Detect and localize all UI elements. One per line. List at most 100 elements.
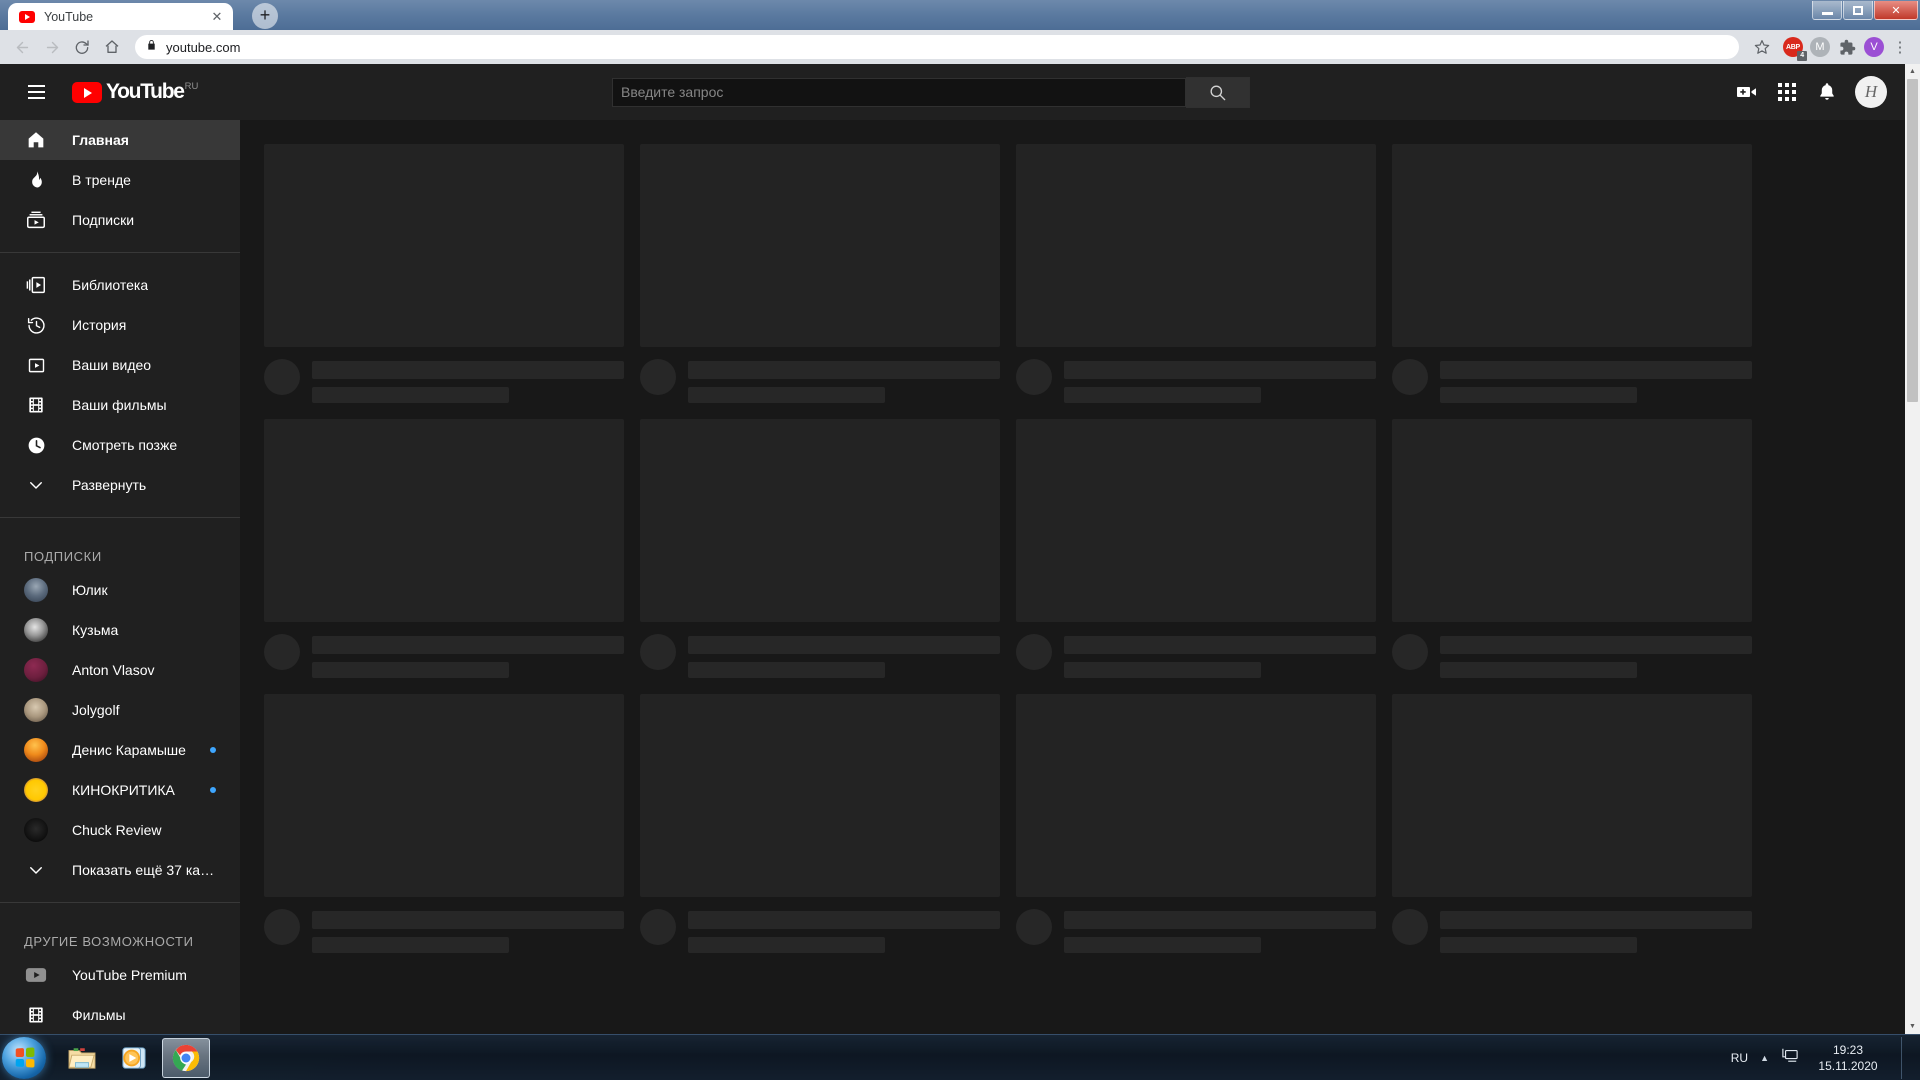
taskbar-item-chrome[interactable] <box>162 1037 210 1078</box>
chrome-menu-icon[interactable]: ⋮ <box>1891 40 1909 55</box>
sidebar-item-your-videos[interactable]: Ваши видео <box>0 345 240 385</box>
youtube-premium-icon <box>24 963 48 987</box>
sidebar-item-youtube-premium[interactable]: YouTube Premium <box>0 955 240 995</box>
apps-grid-icon[interactable] <box>1775 80 1799 104</box>
search-input[interactable] <box>612 77 1186 107</box>
bookmark-star-icon[interactable] <box>1748 33 1776 61</box>
window-maximize-button[interactable] <box>1843 1 1873 20</box>
sidebar-item-movies[interactable]: Фильмы <box>0 995 240 1034</box>
chevron-down-icon <box>24 858 48 882</box>
new-tab-button[interactable]: + <box>252 3 278 29</box>
show-desktop-button[interactable] <box>1901 1036 1912 1079</box>
sidebar-item-expand[interactable]: Развернуть <box>0 465 240 505</box>
taskbar-item-explorer[interactable] <box>58 1038 106 1078</box>
skeleton-avatar <box>1392 909 1428 945</box>
scrollbar-thumb[interactable] <box>1907 79 1918 402</box>
skeleton-thumbnail <box>1016 144 1376 347</box>
browser-tab-youtube[interactable]: YouTube ✕ <box>8 3 233 30</box>
youtube-guide-sidebar[interactable]: Главная В тренде Подписки Библиотека Ист… <box>0 120 240 1034</box>
sidebar-item-watch-later[interactable]: Смотреть позже <box>0 425 240 465</box>
window-minimize-button[interactable] <box>1812 1 1842 20</box>
skeleton-meta-line <box>688 937 885 953</box>
skeleton-card <box>1016 694 1376 953</box>
address-bar[interactable]: youtube.com <box>135 35 1739 59</box>
sidebar-item-history[interactable]: История <box>0 305 240 345</box>
sidebar-subscription-kinokritika[interactable]: КИНОКРИТИКА <box>0 770 240 810</box>
account-avatar[interactable]: Н <box>1855 76 1887 108</box>
address-bar-url: youtube.com <box>166 39 241 55</box>
sidebar-item-library[interactable]: Библиотека <box>0 265 240 305</box>
home-icon <box>24 128 48 152</box>
watch-later-clock-icon <box>24 433 48 457</box>
skeleton-thumbnail <box>640 694 1000 897</box>
sidebar-item-label: Подписки <box>72 212 135 228</box>
subscription-name: Юлик <box>72 582 108 598</box>
skeleton-meta-line <box>1440 662 1637 678</box>
sidebar-subscription-jolygolf[interactable]: Jolygolf <box>0 690 240 730</box>
skeleton-card <box>1392 419 1752 678</box>
show-hidden-icons-arrow[interactable]: ▲ <box>1760 1053 1769 1063</box>
skeleton-thumbnail <box>264 144 624 347</box>
youtube-favicon <box>19 10 35 23</box>
sidebar-divider <box>0 517 240 518</box>
sidebar-subscription-kuzma[interactable]: Кузьма <box>0 610 240 650</box>
skeleton-avatar <box>1016 909 1052 945</box>
sidebar-item-label: Ваши видео <box>72 357 152 373</box>
extension-m-icon[interactable]: M <box>1810 37 1830 57</box>
skeleton-grid <box>264 144 1905 953</box>
home-button-icon[interactable] <box>98 33 126 61</box>
taskbar-item-media-player[interactable] <box>110 1038 158 1078</box>
skeleton-title-line <box>1064 911 1376 929</box>
adblock-plus-extension-icon[interactable]: ABP 4 <box>1783 37 1807 61</box>
window-controls: ✕ <box>1812 1 1918 20</box>
profile-avatar-icon[interactable]: V <box>1864 37 1884 57</box>
sidebar-subscription-yulik[interactable]: Юлик <box>0 570 240 610</box>
sidebar-show-more-channels[interactable]: Показать ещё 37 ка… <box>0 850 240 890</box>
page-scrollbar[interactable]: ▲ ▼ <box>1905 64 1920 1034</box>
sidebar-item-trending[interactable]: В тренде <box>0 160 240 200</box>
sidebar-subscription-anton-vlasov[interactable]: Anton Vlasov <box>0 650 240 690</box>
forward-button[interactable] <box>38 33 66 61</box>
new-content-dot <box>210 787 216 793</box>
reload-button[interactable] <box>68 33 96 61</box>
skeleton-thumbnail <box>1016 419 1376 622</box>
window-close-button[interactable]: ✕ <box>1874 1 1918 20</box>
skeleton-thumbnail <box>1392 144 1752 347</box>
create-video-icon[interactable] <box>1735 80 1759 104</box>
scroll-down-arrow-icon[interactable]: ▼ <box>1905 1019 1920 1034</box>
skeleton-card <box>264 144 624 403</box>
scroll-up-arrow-icon[interactable]: ▲ <box>1905 64 1920 79</box>
sidebar-divider <box>0 902 240 903</box>
skeleton-avatar <box>264 909 300 945</box>
sidebar-subscription-chuck-review[interactable]: Chuck Review <box>0 810 240 850</box>
skeleton-thumbnail <box>640 419 1000 622</box>
tab-close-icon[interactable]: ✕ <box>209 9 225 25</box>
network-icon[interactable] <box>1781 1047 1799 1068</box>
sidebar-item-your-movies[interactable]: Ваши фильмы <box>0 385 240 425</box>
skeleton-card <box>1392 144 1752 403</box>
back-button[interactable] <box>8 33 36 61</box>
youtube-logo-mark <box>72 82 102 103</box>
skeleton-title-line <box>1440 636 1752 654</box>
youtube-logo[interactable]: YouTube RU <box>72 81 198 103</box>
skeleton-card <box>264 694 624 953</box>
sidebar-subscription-denis-karamyshev[interactable]: Денис Карамышев <box>0 730 240 770</box>
youtube-logo-country: RU <box>184 81 199 92</box>
sidebar-item-home[interactable]: Главная <box>0 120 240 160</box>
clock[interactable]: 19:23 15.11.2020 <box>1811 1042 1885 1074</box>
sidebar-item-subscriptions[interactable]: Подписки <box>0 200 240 240</box>
subscription-name: Денис Карамышев <box>72 742 186 758</box>
subscription-name: Jolygolf <box>72 702 120 718</box>
guide-toggle-icon[interactable] <box>16 72 56 112</box>
sidebar-item-label: Библиотека <box>72 277 149 293</box>
search-button[interactable] <box>1186 76 1250 108</box>
notifications-bell-icon[interactable] <box>1815 80 1839 104</box>
language-indicator[interactable]: RU <box>1731 1051 1748 1065</box>
skeleton-meta-line <box>1440 387 1637 403</box>
start-button[interactable] <box>2 1036 46 1079</box>
skeleton-meta-line <box>1440 937 1637 953</box>
extensions-puzzle-icon[interactable] <box>1837 37 1857 57</box>
sidebar-item-label: Ваши фильмы <box>72 397 167 413</box>
skeleton-title-line <box>1064 361 1376 379</box>
adblock-badge-count: 4 <box>1797 51 1807 61</box>
